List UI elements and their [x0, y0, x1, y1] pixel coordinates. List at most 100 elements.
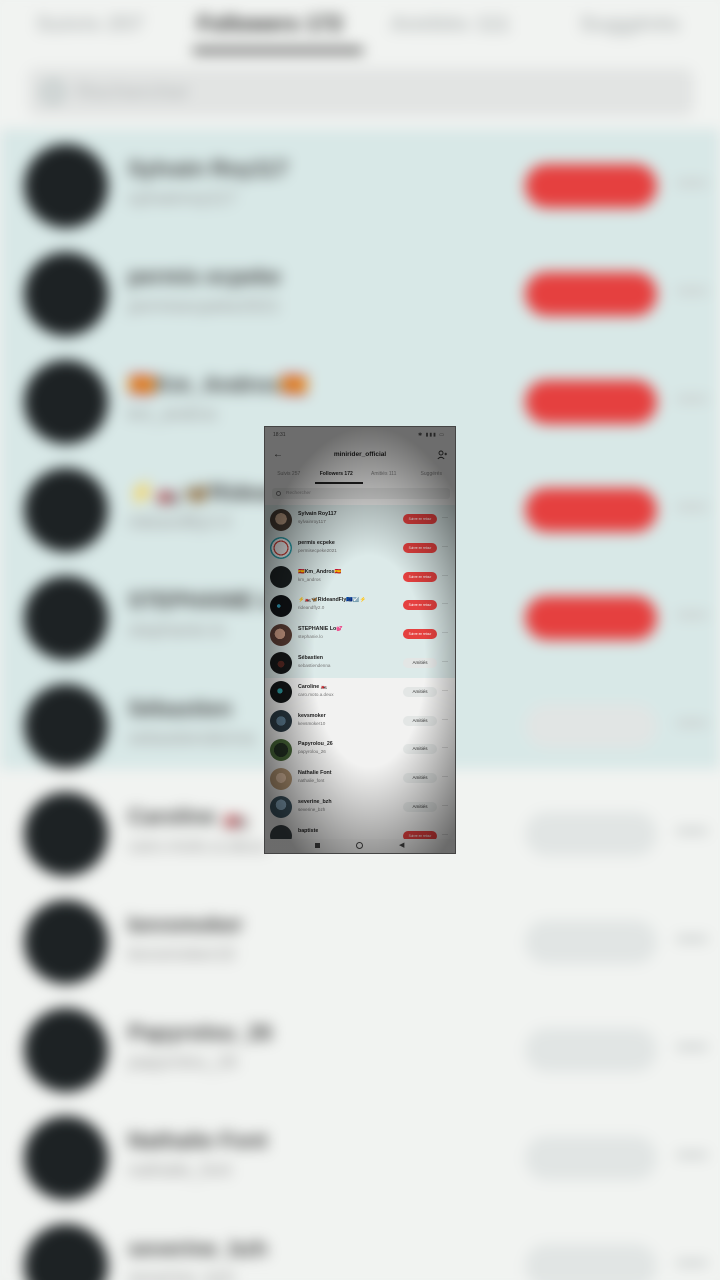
bg-name: severine_bzh [128, 1236, 268, 1261]
follower-row[interactable]: Sébastien sebastiendenna Amitiés ··· [265, 648, 455, 678]
tab-followers[interactable]: Followers 172 [313, 469, 361, 483]
avatar[interactable] [270, 710, 292, 733]
home-icon[interactable] [356, 842, 363, 849]
follow-back-button[interactable]: Suivre en retour [403, 514, 437, 524]
follower-username: sylvainroy117 [298, 519, 326, 524]
follower-username: severine_bzh [298, 806, 326, 812]
more-options-icon[interactable]: ··· [442, 687, 448, 695]
follower-name: Papyrolou_26 [298, 741, 333, 748]
follower-username: stephanie.lo [298, 634, 323, 640]
bg-username: km_andros [128, 404, 218, 424]
more-options-icon[interactable]: ··· [442, 514, 448, 522]
follower-name: Nathalie Font [298, 770, 332, 777]
bg-name: 🇪🇸Km_Andros🇪🇸 [128, 372, 308, 397]
bg-tab-bar: Suivis 257 Followers 172 Amitiés 111 Sug… [0, 0, 720, 48]
follower-row[interactable]: Nathalie Font nathalie_font Amitiés ··· [265, 764, 455, 793]
avatar[interactable] [270, 738, 292, 761]
follower-name: permis ecpeke [298, 539, 335, 546]
bg-button [525, 1136, 657, 1180]
follower-row[interactable]: permis ecpeke permisecpeke2021 Suivre en r… [265, 533, 455, 563]
tab-bar: Suivis 257 Followers 172 Amitiés 111 Sug… [265, 469, 455, 483]
follower-name: Sylvain Roy117 [298, 511, 337, 517]
more-options-icon[interactable]: ··· [442, 773, 448, 781]
bg-avatar [24, 792, 108, 876]
avatar[interactable] [270, 537, 292, 560]
avatar[interactable] [270, 594, 292, 617]
friends-button[interactable]: Amitiés [403, 773, 437, 784]
active-tab-underline [315, 482, 363, 484]
more-options-icon[interactable]: ··· [442, 658, 448, 666]
bg-row: Sylvain Roy117 sylvainroy117 [0, 132, 720, 240]
more-options-icon[interactable]: ··· [442, 802, 448, 810]
follow-back-button[interactable]: Suivre en retour [403, 571, 437, 582]
bg-avatar [24, 360, 108, 444]
follow-back-button[interactable]: Suivre en retour [403, 600, 437, 611]
bg-row: Nathalie Font nathalie_font [0, 1104, 720, 1212]
add-user-icon[interactable] [437, 450, 447, 460]
bg-dots [676, 1152, 708, 1158]
more-options-icon[interactable]: ··· [442, 543, 448, 551]
more-options-icon[interactable]: ··· [442, 629, 448, 637]
bg-dots [676, 288, 708, 294]
friends-button[interactable]: Amitiés [403, 657, 437, 668]
bg-button [525, 488, 657, 532]
more-options-icon[interactable]: ··· [442, 744, 448, 752]
friends-button[interactable]: Amitiés [403, 715, 437, 726]
bg-avatar [24, 468, 108, 552]
bg-username: sebastiendenna [128, 728, 256, 748]
follower-row[interactable]: kevsmoker kevsmoker10 Amitiés ··· [265, 707, 455, 736]
follower-username: papyrolou_26 [298, 749, 326, 755]
tab-following[interactable]: Suivis 257 [265, 469, 313, 483]
search-input[interactable]: Rechercher [272, 488, 450, 499]
tab-suggested[interactable]: Suggérés [408, 469, 456, 483]
avatar[interactable] [270, 623, 292, 646]
bg-dots [676, 504, 708, 510]
follower-row[interactable]: 🇪🇸Km_Andros🇪🇸 km_andros Suivre en retour ··… [265, 562, 455, 592]
friends-button[interactable]: Amitiés [403, 686, 437, 697]
bg-avatar [24, 576, 108, 660]
follower-name: baptiste [298, 827, 319, 834]
avatar[interactable] [270, 767, 292, 790]
bg-name: Nathalie Font [128, 1128, 268, 1153]
follower-row[interactable]: Sylvain Roy117 sylvainroy117 Suivre en ret… [265, 505, 455, 534]
bg-username: stephanie.lo [128, 620, 226, 640]
bg-username: caro.moto.a.deux [128, 836, 268, 856]
follower-row[interactable]: Papyrolou_26 papyrolou_26 Amitiés ··· [265, 735, 455, 764]
tab-friends[interactable]: Amitiés 111 [360, 469, 408, 483]
search-icon [276, 491, 281, 496]
follower-row[interactable]: STEPHANIE Lo💕 stephanie.lo Suivre en retou… [265, 620, 455, 649]
bg-button [525, 164, 657, 208]
avatar[interactable] [270, 681, 292, 704]
bg-button [525, 704, 657, 748]
bg-tab: Followers 172 [197, 11, 343, 36]
avatar[interactable] [270, 508, 292, 531]
search-placeholder: Rechercher [286, 491, 311, 496]
avatar[interactable] [270, 566, 292, 589]
follower-row[interactable]: ⚡🏍️🦋RideandFly🇪🇺☑️⚡ rideandfly2.0 Suivre e… [265, 591, 455, 621]
follower-name: Caroline 🏍️ [298, 683, 328, 690]
avatar[interactable] [270, 652, 292, 675]
status-bar: 18:31 ✱ ▮▮▮ ▭ [265, 427, 455, 441]
bg-dots [676, 720, 708, 726]
friends-button[interactable]: Amitiés [403, 801, 437, 812]
more-options-icon[interactable]: ··· [442, 831, 448, 839]
nav-back-icon[interactable]: ◀ [399, 841, 404, 850]
avatar[interactable] [270, 796, 292, 819]
more-options-icon[interactable]: ··· [442, 600, 448, 608]
bg-dots [676, 612, 708, 618]
friends-button[interactable]: Amitiés [403, 744, 437, 755]
more-options-icon[interactable]: ··· [442, 716, 448, 724]
follower-list: Sylvain Roy117 sylvainroy117 Suivre en ret… [265, 505, 455, 851]
profile-header: ← minirider_official [265, 447, 455, 465]
follow-back-button[interactable]: Suivre en retour [403, 542, 437, 553]
follower-row[interactable]: Caroline 🏍️ caro.moto.a.deux Amitiés ··· [265, 678, 455, 707]
follower-username: km_andros [298, 576, 321, 582]
bg-username: kevsmoker10 [128, 944, 236, 964]
recent-apps-icon[interactable] [315, 843, 320, 848]
bg-search-placeholder: Rechercher [76, 79, 190, 104]
follow-back-button[interactable]: Suivre en retour [403, 629, 437, 640]
follower-username: permisecpeke2021 [298, 547, 337, 553]
more-options-icon[interactable]: ··· [442, 572, 448, 580]
follower-row[interactable]: severine_bzh severine_bzh Amitiés ··· [265, 793, 455, 822]
bg-tab-underline [193, 48, 363, 53]
